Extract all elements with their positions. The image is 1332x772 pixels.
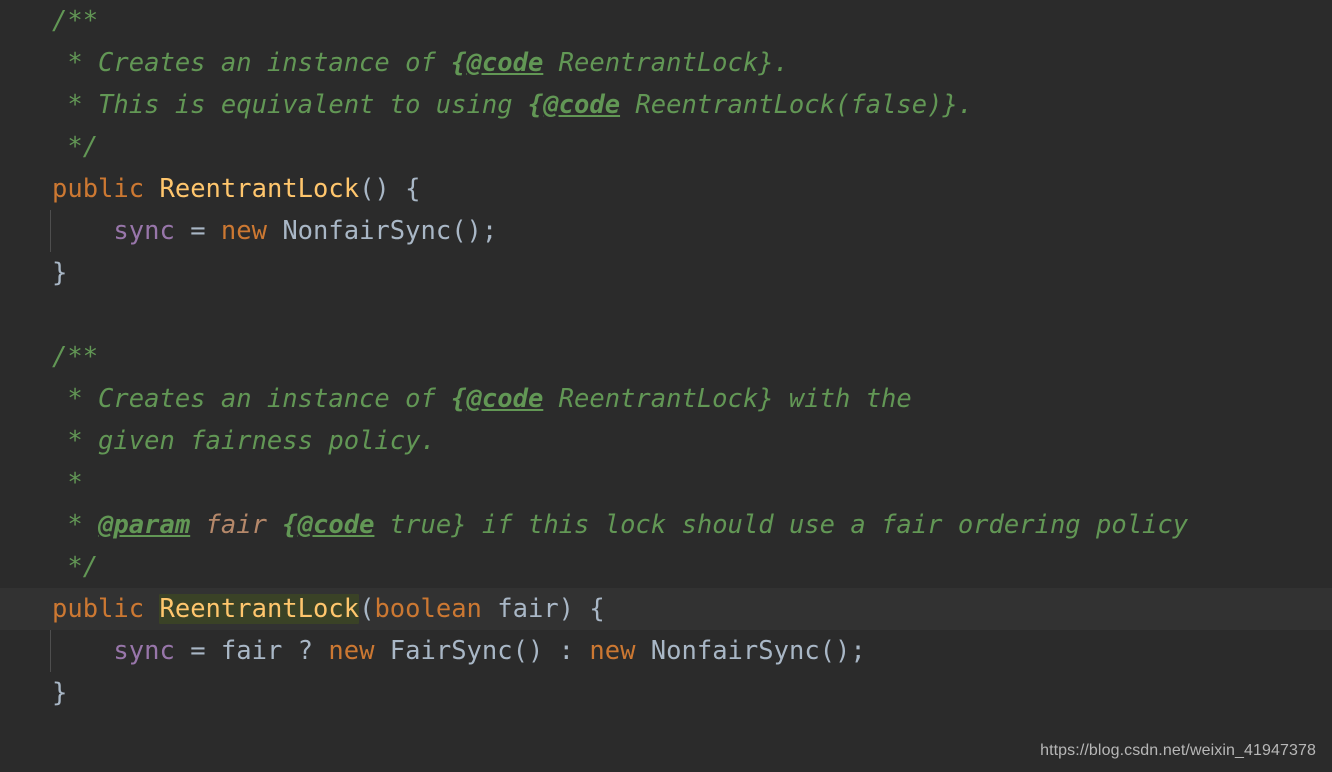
code-token-doc: true} if this lock should use a fair ord… [374,510,1189,540]
code-token-doc: * [52,510,99,540]
code-token-doc: /** [52,6,99,36]
code-token-doc-tag: @param [98,510,191,540]
code-token-kw: public [52,594,145,624]
code-token-kw: new [589,636,636,666]
code-line[interactable] [0,294,1332,336]
code-token-plain: NonfairSync(); [635,636,866,666]
code-token-kw: new [328,636,375,666]
code-token-doc: ReentrantLock}. [543,48,789,78]
code-token-doc: */ [52,552,99,582]
code-line[interactable]: } [0,252,1332,294]
code-token-doc: ReentrantLock(false)}. [620,90,974,120]
code-token-doc-brace: { [527,90,544,120]
code-line[interactable]: public ReentrantLock(boolean fair) { [0,588,1332,630]
code-token-doc-param: fair [190,510,267,540]
code-token-plain: = [174,216,221,246]
code-token-doc-brace: { [282,510,298,540]
watermark-url: https://blog.csdn.net/weixin_41947378 [1040,742,1316,759]
code-token-plain: NonfairSync(); [266,216,498,246]
code-token-doc: */ [52,132,99,162]
code-token-doc: * [52,468,83,498]
code-token-field: sync [113,636,175,666]
code-token-kw: boolean [374,594,482,624]
code-line[interactable]: sync = new NonfairSync(); [0,210,1332,252]
code-token-field: sync [113,216,175,246]
code-token-plain: = fair ? [174,636,329,666]
code-token-plain: FairSync() : [374,636,590,666]
code-token-doc: * Creates an instance of [52,384,452,414]
code-line[interactable]: * Creates an instance of {@code Reentran… [0,42,1332,84]
code-token-doc-tag: @code [466,48,544,78]
code-token-plain: ( [359,594,375,624]
code-text-area[interactable]: /** * Creates an instance of {@code Reen… [0,0,1332,772]
code-token-method: ReentrantLock [159,174,360,204]
code-line[interactable]: * given fairness policy. [0,420,1332,462]
code-token-doc: * Creates an instance of [52,48,452,78]
code-token-kw: public [52,174,145,204]
code-editor[interactable]: /** * Creates an instance of {@code Reen… [0,0,1332,772]
code-token-doc-tag: @code [466,384,544,414]
code-line[interactable]: public ReentrantLock() { [0,168,1332,210]
code-token-doc-tag: @code [297,510,375,540]
code-token-doc-brace: { [451,48,467,78]
code-line[interactable]: */ [0,126,1332,168]
code-token-doc: * This is equivalent to using [52,90,528,120]
code-line[interactable]: /** [0,0,1332,42]
code-token-doc: * given fairness policy. [52,426,436,456]
code-token-kw: new [220,216,267,246]
code-line[interactable]: } [0,672,1332,714]
code-token-doc: ReentrantLock} with the [543,384,912,414]
code-token-plain: fair) { [481,594,605,624]
code-line[interactable]: * [0,462,1332,504]
code-token-method-highlight: ReentrantLock [159,594,360,624]
code-token-doc-brace: { [451,384,467,414]
code-line[interactable]: * This is equivalent to using {@code Ree… [0,84,1332,126]
code-token-plain: () { [359,174,421,204]
code-token-doc [267,510,282,540]
code-line[interactable]: * @param fair {@code true} if this lock … [0,504,1332,546]
code-token-plain: } [52,258,68,288]
code-token-doc-tag: @code [543,90,621,120]
code-token-plain: } [52,678,68,708]
code-line[interactable]: sync = fair ? new FairSync() : new Nonfa… [0,630,1332,672]
code-line[interactable]: */ [0,546,1332,588]
code-line[interactable]: /** [0,336,1332,378]
code-token-doc: /** [52,342,99,372]
code-line[interactable]: * Creates an instance of {@code Reentran… [0,378,1332,420]
